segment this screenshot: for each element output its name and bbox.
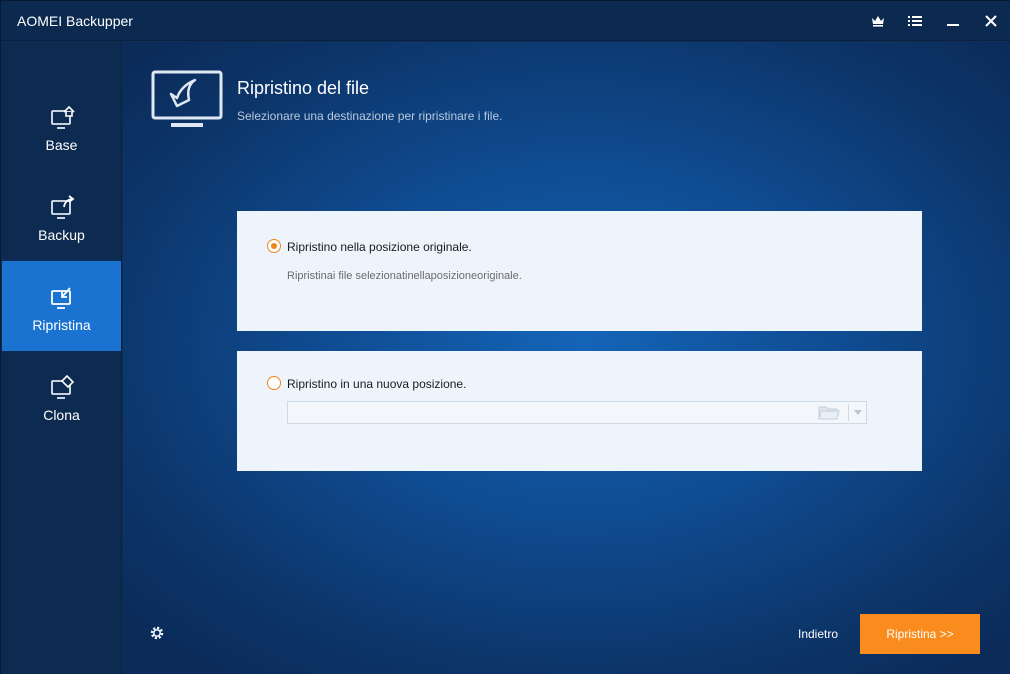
destination-path-combo[interactable] [287,401,867,424]
sidebar-item-label: Backup [38,227,85,243]
monitor-backup-icon [50,195,74,219]
radio-original-label[interactable]: Ripristino nella posizione originale. [287,240,472,254]
restore-button[interactable]: Ripristina >> [860,614,980,654]
restore-monitor-icon [151,70,223,127]
back-button[interactable]: Indietro [798,627,838,641]
close-icon[interactable] [978,9,1004,33]
radio-new-location-label[interactable]: Ripristino in una nuova posizione. [287,377,466,391]
monitor-home-icon [50,105,75,129]
radio-original-location[interactable] [267,239,281,253]
app-window: AOMEI Backupper Base Backup Ripristina C… [0,0,1010,674]
sidebar-item-backup[interactable]: Backup [2,171,121,261]
page-title: Ripristino del file [237,78,370,98]
sidebar-item-label: Ripristina [32,317,91,333]
gear-icon[interactable] [149,625,169,645]
option-panel-new-location[interactable]: Ripristino in una nuova posizione. [237,351,922,471]
monitor-restore-icon [50,287,71,309]
title-bar: AOMEI Backupper [1,1,1010,41]
sidebar-item-clona[interactable]: Clona [2,351,121,441]
chevron-down-icon[interactable] [850,402,866,423]
radio-new-location[interactable] [267,376,281,390]
page-subtitle: Selezionare una destinazione per riprist… [237,109,503,123]
monitor-clone-icon [50,374,74,399]
option-description: Ripristinai file selezionatinellaposizio… [287,270,522,282]
minimize-icon[interactable] [940,9,966,33]
sidebar-item-ripristina[interactable]: Ripristina [2,261,121,351]
sidebar-item-label: Clona [43,407,80,423]
menu-icon[interactable] [902,9,928,33]
option-panel-original[interactable]: Ripristino nella posizione originale. Ri… [237,211,922,331]
app-title: AOMEI Backupper [17,13,133,29]
combo-separator [848,404,849,421]
browse-folder-icon[interactable] [818,404,842,422]
sidebar-item-label: Base [45,137,78,153]
sidebar: Base Backup Ripristina Clona [1,41,122,674]
sidebar-item-base[interactable]: Base [2,81,121,171]
crown-icon[interactable] [865,9,891,33]
destination-path-input[interactable] [288,402,818,423]
